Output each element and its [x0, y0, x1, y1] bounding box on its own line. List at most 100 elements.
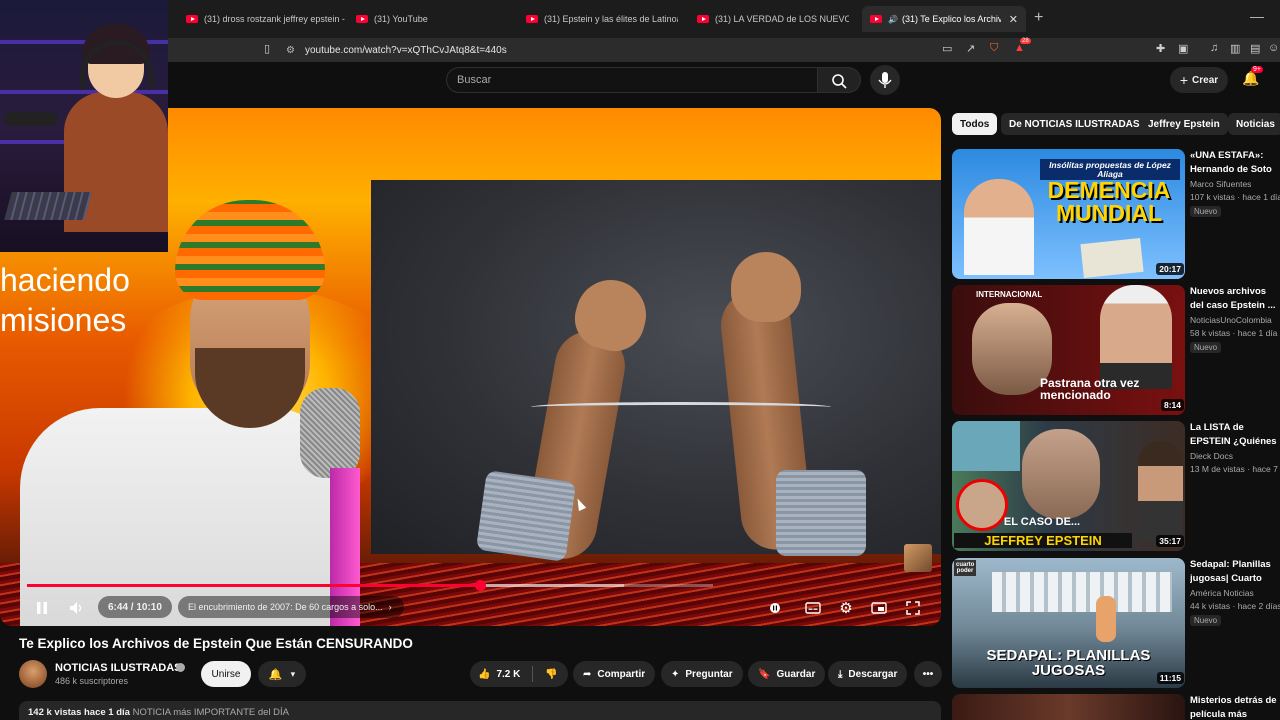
- music-icon[interactable]: ♫: [1210, 42, 1218, 54]
- create-button[interactable]: + Crear: [1170, 67, 1228, 93]
- pause-button[interactable]: [27, 597, 57, 619]
- thumbnail-caption: EL CASO DE...: [1003, 516, 1081, 528]
- download-button[interactable]: ⤓ Descargar: [828, 661, 908, 687]
- browser-tab-3[interactable]: (31) Epstein y las élites de Latinoamé: [526, 8, 678, 30]
- verified-icon: [176, 663, 185, 672]
- browser-tab-active[interactable]: 🔊 (31) Te Explico los Archivos de ✕: [862, 6, 1026, 32]
- chip-jeffrey-epstein[interactable]: Jeffrey Epstein: [1140, 113, 1228, 135]
- download-icon: ⤓: [838, 668, 843, 680]
- chip-all[interactable]: Todos: [952, 113, 998, 135]
- video-thumbnail[interactable]: Insólitas propuestas de López Aliaga DEM…: [952, 149, 1185, 279]
- search-placeholder: Buscar: [457, 74, 492, 86]
- recommendation-channel[interactable]: América Noticias: [1190, 588, 1254, 598]
- share-icon[interactable]: ↗: [966, 42, 975, 55]
- split-view-icon[interactable]: ▤: [1250, 42, 1260, 55]
- join-button[interactable]: Unirse: [201, 661, 251, 687]
- tab-label: (31) Te Explico los Archivos de: [901, 14, 1001, 24]
- dislike-button[interactable]: 👎: [545, 669, 557, 680]
- fullscreen-button[interactable]: [898, 597, 928, 619]
- overlay-line-2: misiones: [0, 302, 127, 338]
- plus-icon: +: [1179, 72, 1189, 88]
- video-tag[interactable]: NOTICIA más IMPORTANTE del DÍA: [133, 707, 289, 718]
- microphone-icon: [878, 72, 892, 88]
- like-dislike-group: 👍 7.2 K 👎: [470, 661, 568, 687]
- chip-news[interactable]: Noticias: [1228, 113, 1280, 135]
- extensions-puzzle-icon[interactable]: ✚: [1156, 42, 1165, 55]
- shelf-light: [0, 90, 168, 94]
- profile-icon[interactable]: ☺: [1268, 42, 1279, 54]
- video-thumbnail[interactable]: EL CASO DE... JEFFREY EPSTEIN: [952, 421, 1185, 551]
- fullscreen-icon: [906, 601, 920, 615]
- id-card: [1080, 237, 1144, 279]
- browser-tab-4[interactable]: (31) LA VERDAD de LOS NUEVOS DO: [697, 8, 849, 30]
- search-button[interactable]: [817, 67, 861, 93]
- new-tab-icon[interactable]: +: [1034, 9, 1043, 27]
- channel-avatar[interactable]: [19, 660, 47, 688]
- cast-icon[interactable]: ▭: [942, 42, 952, 55]
- recommendation-title[interactable]: Nuevos archivos del caso Epstein ...: [1190, 285, 1280, 313]
- youtube-favicon-icon: [870, 15, 882, 23]
- autoplay-toggle[interactable]: [762, 597, 792, 619]
- bookmark-icon[interactable]: ▯: [264, 42, 270, 55]
- recommendation-item[interactable]: Insólitas propuestas de López Aliaga DEM…: [952, 149, 1280, 279]
- tab-close-icon[interactable]: ✕: [1009, 13, 1018, 26]
- speaker-icon: 🔊: [888, 14, 898, 24]
- video-thumbnail[interactable]: [952, 694, 1185, 720]
- gear-icon: ⚙: [839, 600, 853, 617]
- video-duration: 35:17: [1156, 535, 1184, 547]
- recommendation-channel[interactable]: Marco Sifuentes: [1190, 179, 1251, 189]
- youtube-favicon-icon: [526, 15, 538, 23]
- ask-button[interactable]: ✦ Preguntar: [661, 661, 743, 687]
- recommendation-channel[interactable]: Dieck Docs: [1190, 451, 1233, 461]
- recommendation-meta: 13 M de vistas · hace 7: [1190, 464, 1278, 474]
- recommendation-item[interactable]: INTERNACIONAL Pastrana otra vez menciona…: [952, 285, 1280, 415]
- save-button[interactable]: 🔖 Guardar: [748, 661, 826, 687]
- video-title: Te Explico los Archivos de Epstein Que E…: [19, 636, 413, 651]
- shield-icon[interactable]: ⛉: [990, 42, 998, 55]
- share-button[interactable]: ➦ Compartir: [573, 661, 656, 687]
- wallet-icon[interactable]: ▣: [1178, 42, 1188, 55]
- settings-button[interactable]: ⚙: [831, 597, 861, 619]
- voice-search-button[interactable]: [870, 65, 900, 95]
- subtitles-button[interactable]: [798, 597, 828, 619]
- more-actions-button[interactable]: •••: [914, 661, 942, 687]
- video-thumbnail[interactable]: cuarto poder SEDAPAL: PLANILLAS JUGOSAS: [952, 558, 1185, 688]
- recommendation-channel[interactable]: NoticiasUnoColombia: [1190, 315, 1272, 325]
- mute-button[interactable]: [62, 597, 92, 619]
- right-fist: [731, 252, 801, 322]
- miniplayer-icon: [871, 602, 887, 614]
- description-box[interactable]: 142 k vistas hace 1 día NOTICIA más IMPO…: [19, 701, 941, 720]
- browser-tab-1[interactable]: (31) dross rostzank jeffrey epstein - Y: [186, 8, 346, 30]
- new-badge: Nuevo: [1190, 615, 1222, 626]
- save-label: Guardar: [776, 668, 816, 680]
- recommendation-title[interactable]: Sedapal: Planillas jugosas| Cuarto Pod: [1190, 558, 1280, 586]
- browser-tab-2[interactable]: (31) YouTube: [356, 8, 506, 30]
- window-minimize-icon[interactable]: —: [1250, 8, 1264, 24]
- subscription-bell-button[interactable]: 🔔 ▾: [258, 661, 306, 687]
- search-input[interactable]: Buscar: [446, 67, 818, 93]
- progress-scrubber[interactable]: [474, 580, 486, 591]
- chip-from-channel[interactable]: De NOTICIAS ILUSTRADAS: [1001, 113, 1148, 135]
- subscriber-count: 486 k suscriptores: [55, 676, 129, 686]
- keyboard: [4, 192, 92, 220]
- recommendation-item[interactable]: cuarto poder SEDAPAL: PLANILLAS JUGOSAS …: [952, 558, 1280, 688]
- handcuffs-video-frame: [371, 180, 941, 565]
- overlay-line-1: haciendo: [0, 262, 130, 298]
- site-settings-icon[interactable]: ⚙: [286, 45, 295, 56]
- recommendation-item[interactable]: Misterios detrás de película más oscura: [952, 694, 1280, 720]
- video-duration: 8:14: [1160, 399, 1184, 411]
- channel-watermark[interactable]: [904, 544, 932, 572]
- recommendation-title[interactable]: «UNA ESTAFA»: Hernando de Soto en: [1190, 149, 1280, 177]
- recommendation-title[interactable]: La LISTA de EPSTEIN ¿Quiénes están y po: [1190, 421, 1280, 449]
- chapter-button[interactable]: El encubrimiento de 2007: De 60 cargos a…: [178, 596, 404, 618]
- url-field[interactable]: ⚙ youtube.com/watch?v=xQThCvJAtq8&t=440s: [286, 39, 1036, 61]
- chevron-down-icon: ▾: [290, 668, 296, 679]
- sparkle-icon: ✦: [671, 668, 680, 680]
- recommendation-item[interactable]: EL CASO DE... JEFFREY EPSTEIN 35:17 La L…: [952, 421, 1280, 551]
- channel-name[interactable]: NOTICIAS ILUSTRADAS: [55, 662, 182, 674]
- recommendation-title[interactable]: Misterios detrás de película más oscura: [1190, 694, 1280, 720]
- sidebar-icon[interactable]: ▥: [1230, 42, 1240, 55]
- like-button[interactable]: 👍 7.2 K: [478, 669, 520, 680]
- miniplayer-button[interactable]: [864, 597, 894, 619]
- video-thumbnail[interactable]: INTERNACIONAL Pastrana otra vez menciona…: [952, 285, 1185, 415]
